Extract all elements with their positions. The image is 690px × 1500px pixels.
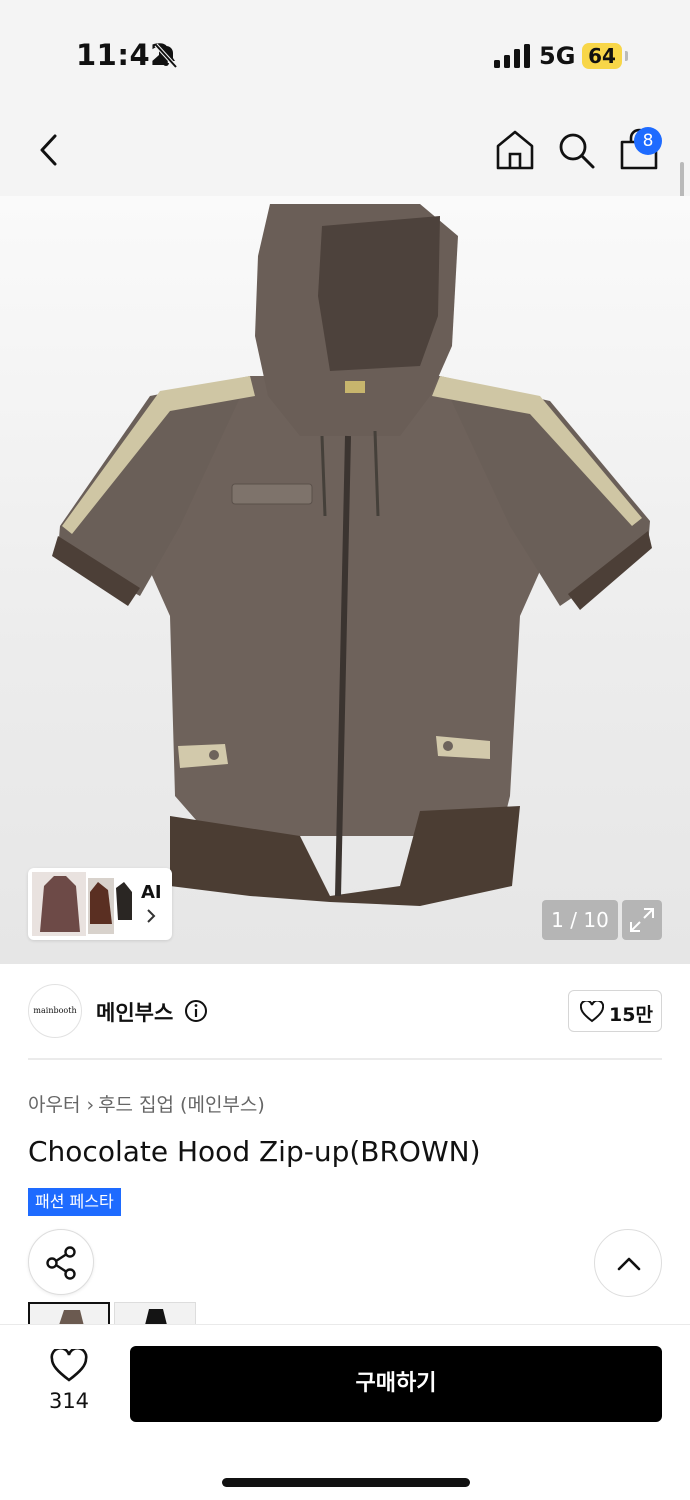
promo-tag: 패션 페스타 xyxy=(28,1188,121,1216)
chevron-up-icon xyxy=(617,1257,641,1271)
brand-like-button[interactable]: 15만 xyxy=(568,990,662,1032)
cart-count-badge: 8 xyxy=(634,127,662,155)
product-title: Chocolate Hood Zip-up(BROWN) xyxy=(28,1135,481,1168)
buy-button[interactable]: 구매하기 xyxy=(130,1346,662,1422)
top-nav-bar: 8 xyxy=(0,110,690,196)
signal-icon xyxy=(494,44,530,68)
product-photo xyxy=(52,204,652,906)
breadcrumb-subcategory[interactable]: 후드 집업 (메인부스) xyxy=(98,1094,265,1116)
product-image-gallery[interactable]: AI 1 / 10 xyxy=(0,196,690,964)
ai-similar-items-chip[interactable]: AI xyxy=(28,868,172,940)
ai-label: AI xyxy=(141,882,162,903)
chevron-right-icon: › xyxy=(86,1094,95,1116)
share-icon xyxy=(46,1246,76,1280)
ai-thumbnails xyxy=(32,872,132,936)
image-counter: 1 / 10 xyxy=(542,900,618,940)
brand-like-count: 15만 xyxy=(609,1004,653,1026)
scroll-to-top-button[interactable] xyxy=(594,1229,662,1297)
product-detail-page: 11:42 5G 64 8 AI 1 / 10 mainbooth 메인부스 1… xyxy=(0,0,690,1500)
heart-icon xyxy=(50,1349,88,1382)
wishlist-count: 314 xyxy=(48,1389,90,1413)
heart-icon xyxy=(580,1001,604,1023)
info-icon[interactable] xyxy=(184,999,208,1023)
battery-tip xyxy=(625,51,628,61)
wishlist-button[interactable]: 314 xyxy=(34,1349,104,1419)
brand-row[interactable]: mainbooth 메인부스 15만 xyxy=(28,984,662,1040)
battery-icon: 64 xyxy=(582,43,622,69)
chevron-right-icon xyxy=(147,909,156,923)
share-button[interactable] xyxy=(28,1229,94,1295)
home-indicator[interactable] xyxy=(222,1478,470,1487)
divider xyxy=(28,1058,662,1060)
brand-logo[interactable]: mainbooth xyxy=(28,984,82,1038)
brand-name[interactable]: 메인부스 xyxy=(96,997,173,1027)
breadcrumb-category[interactable]: 아우터 xyxy=(28,1094,80,1116)
bell-slash-icon xyxy=(154,43,178,69)
breadcrumb: 아우터 › 후드 집업 (메인부스) xyxy=(28,1090,265,1117)
status-bar: 11:42 5G 64 xyxy=(0,0,690,110)
home-icon[interactable] xyxy=(494,128,536,172)
search-icon[interactable] xyxy=(556,130,596,170)
back-arrow-icon[interactable] xyxy=(30,130,70,170)
expand-icon[interactable] xyxy=(622,900,662,940)
bottom-action-bar: 314 구매하기 xyxy=(0,1324,690,1500)
network-type: 5G xyxy=(539,42,576,70)
